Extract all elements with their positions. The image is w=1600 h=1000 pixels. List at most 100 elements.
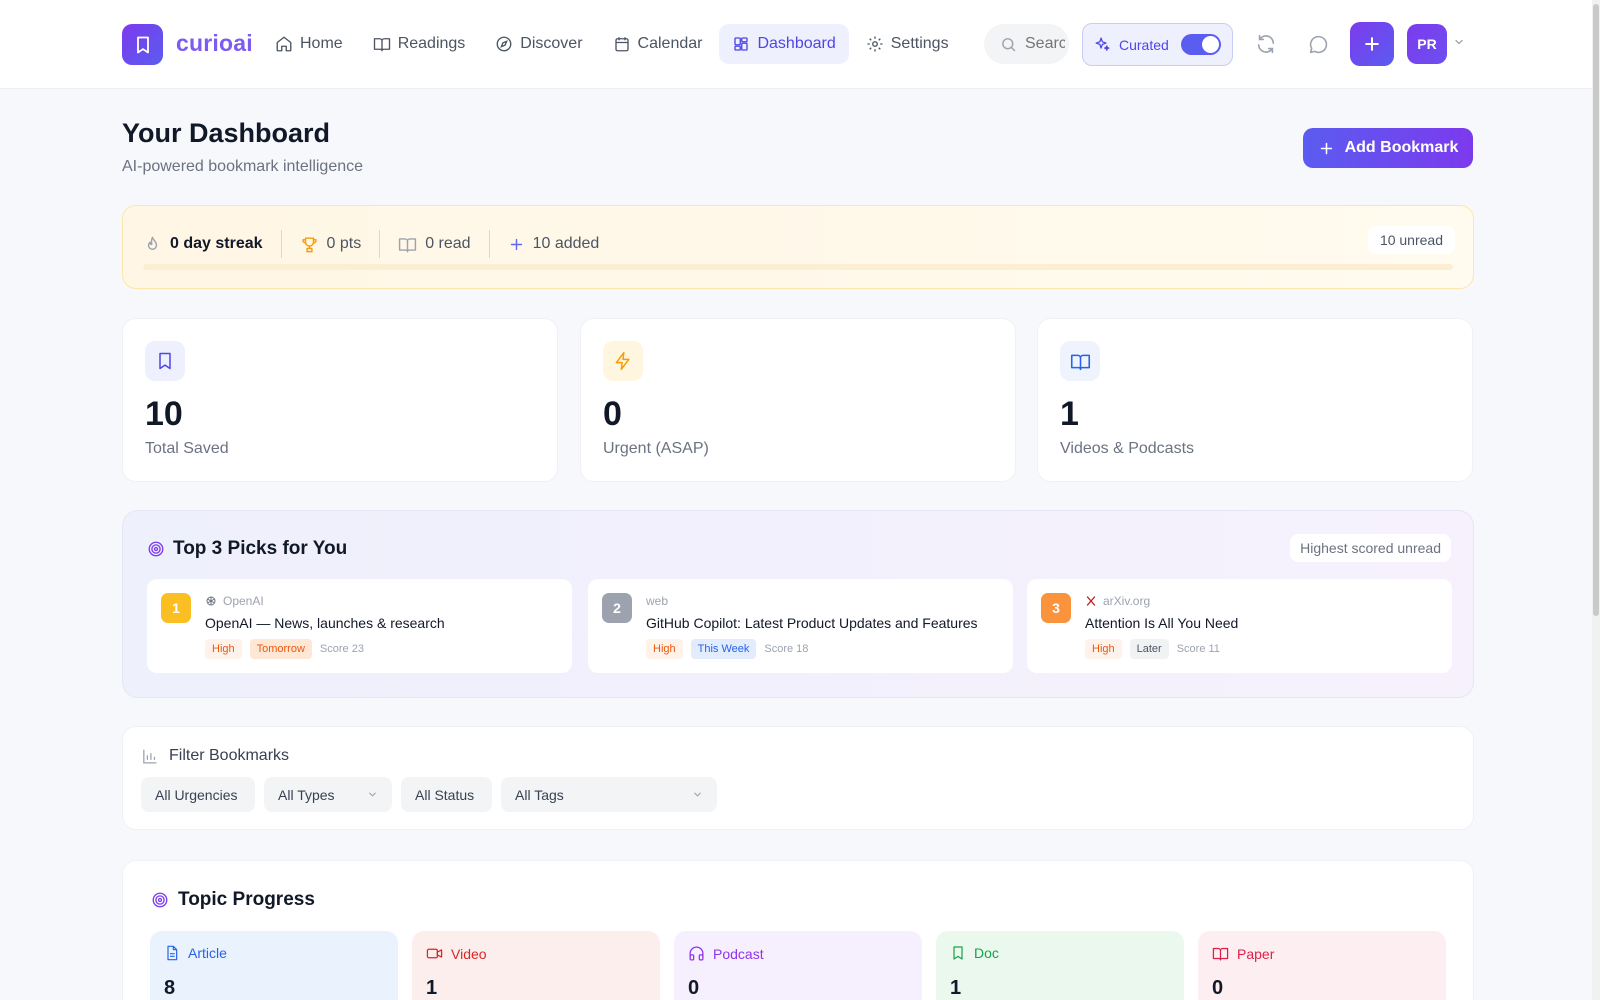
nav-calendar[interactable]: Calendar xyxy=(600,24,716,64)
nav-dashboard[interactable]: Dashboard xyxy=(719,24,849,64)
main-nav: Home Readings Discover Calendar Dashboar… xyxy=(262,24,962,64)
nav-settings[interactable]: Settings xyxy=(853,24,962,64)
target-icon xyxy=(147,540,165,558)
topic-count: 0 xyxy=(1212,977,1224,999)
bookmark-icon xyxy=(953,946,963,960)
nav-discover[interactable]: Discover xyxy=(482,24,595,64)
nav-home[interactable]: Home xyxy=(262,24,356,64)
due-badge: Later xyxy=(1129,639,1169,659)
picks-title: Top 3 Picks for You xyxy=(173,538,348,559)
search-input[interactable] xyxy=(1025,35,1065,53)
due-badge: This Week xyxy=(690,639,757,659)
stat-card-total-saved: 10 Total Saved xyxy=(122,318,558,482)
document-icon xyxy=(167,945,178,961)
page-scrollbar[interactable] xyxy=(1592,0,1600,1000)
search-box[interactable] xyxy=(984,24,1069,64)
added-text: 10 added xyxy=(532,235,600,252)
toggle-knob xyxy=(1202,36,1219,53)
arxiv-logo-icon xyxy=(1086,596,1096,606)
target-icon xyxy=(151,891,169,909)
pick-title[interactable]: Attention Is All You Need xyxy=(1085,615,1238,631)
select-value: All Types xyxy=(278,786,335,803)
plus-icon xyxy=(1320,142,1332,154)
priority-badge: High xyxy=(646,639,683,659)
score-label: Score 23 xyxy=(319,643,364,655)
pick-card[interactable]: 1 OpenAI OpenAI — News, launches & resea… xyxy=(147,579,572,673)
book-open-icon xyxy=(373,38,390,52)
topic-label: Video xyxy=(451,945,487,962)
stat-card-urgent: 0 Urgent (ASAP) xyxy=(580,318,1016,482)
topic-title: Topic Progress xyxy=(178,889,315,910)
pick-card[interactable]: 3 arXiv.org Attention Is All You Need Hi… xyxy=(1027,579,1452,673)
scrollbar-thumb[interactable] xyxy=(1593,4,1599,616)
brand-name[interactable]: curioai xyxy=(176,30,253,57)
quick-add-button[interactable] xyxy=(1350,22,1394,66)
logo-icon[interactable] xyxy=(122,24,163,65)
read-stat: 0 read xyxy=(380,230,490,258)
points-stat: 0 pts xyxy=(282,230,381,258)
topic-count: 1 xyxy=(426,977,438,999)
plus-icon xyxy=(1365,37,1379,51)
type-select[interactable]: All Types xyxy=(264,777,392,812)
select-value: All Tags xyxy=(515,786,564,803)
nav-label: Dashboard xyxy=(757,35,836,52)
book-open-icon xyxy=(399,237,417,252)
curated-toggle[interactable] xyxy=(1181,34,1221,55)
trophy-icon xyxy=(301,236,317,252)
score-label: Score 11 xyxy=(1176,643,1220,655)
chat-button[interactable] xyxy=(1298,24,1338,64)
calendar-icon xyxy=(614,37,629,52)
topic-label: Doc xyxy=(974,945,999,961)
stat-value: 1 xyxy=(1060,395,1079,433)
avatar[interactable]: PR xyxy=(1407,24,1447,64)
topic-count: 1 xyxy=(950,977,962,999)
stat-value: 10 xyxy=(145,395,183,433)
topic-card-doc[interactable]: Doc 1 xyxy=(936,931,1184,1000)
sparkle-icon xyxy=(1095,37,1110,51)
gear-icon xyxy=(867,36,883,52)
stat-value: 0 xyxy=(603,395,622,433)
topic-card-paper[interactable]: Paper 0 xyxy=(1198,931,1446,1000)
pick-rank: 3 xyxy=(1041,593,1071,623)
streak-banner: 0 day streak 0 pts 0 read 10 added 10 un… xyxy=(122,205,1474,289)
select-value: All Status xyxy=(415,786,475,803)
pick-title[interactable]: OpenAI — News, launches & research xyxy=(205,615,445,631)
filter-panel: Filter Bookmarks All Urgencies All Types… xyxy=(122,726,1474,830)
chat-bubble-icon xyxy=(1309,35,1327,53)
stat-label: Total Saved xyxy=(145,440,229,457)
page-subtitle: AI-powered bookmark intelligence xyxy=(122,158,364,175)
pick-source-label: OpenAI xyxy=(223,594,264,608)
chevron-down-icon[interactable] xyxy=(1453,36,1465,48)
topic-card-podcast[interactable]: Podcast 0 xyxy=(674,931,922,1000)
chevron-down-icon xyxy=(694,792,701,797)
add-bookmark-label: Add Bookmark xyxy=(1344,139,1459,156)
topic-label: Paper xyxy=(1237,945,1275,962)
refresh-button[interactable] xyxy=(1246,24,1286,64)
nav-label: Discover xyxy=(520,35,583,52)
streak-text: 0 day streak xyxy=(170,235,263,252)
pick-title[interactable]: GitHub Copilot: Latest Product Updates a… xyxy=(646,615,978,631)
top-picks-panel: Top 3 Picks for You Highest scored unrea… xyxy=(122,510,1474,698)
nav-readings[interactable]: Readings xyxy=(360,24,479,64)
add-bookmark-button[interactable]: Add Bookmark xyxy=(1303,128,1473,168)
topic-card-article[interactable]: Article 8 xyxy=(150,931,398,1000)
select-value: All Urgencies xyxy=(155,786,238,803)
topic-progress-panel: Topic Progress Article 8 Video 1 Podcast… xyxy=(122,860,1474,1000)
topic-card-video[interactable]: Video 1 xyxy=(412,931,660,1000)
dashboard-icon xyxy=(734,37,749,51)
bar-chart-icon xyxy=(141,748,158,765)
topic-count: 8 xyxy=(164,977,176,999)
urgency-select[interactable]: All Urgencies xyxy=(141,777,255,812)
tags-select[interactable]: All Tags xyxy=(501,777,717,812)
streak-stat: 0 day streak xyxy=(143,230,282,258)
pick-card[interactable]: 2 web GitHub Copilot: Latest Product Upd… xyxy=(588,579,1013,673)
openai-logo-icon xyxy=(206,596,216,606)
page-title: Your Dashboard xyxy=(122,118,331,148)
book-open-icon xyxy=(1060,341,1100,381)
pick-source: web xyxy=(646,594,668,608)
refresh-icon xyxy=(1257,34,1275,54)
status-select[interactable]: All Status xyxy=(401,777,492,812)
read-text: 0 read xyxy=(425,235,471,252)
curated-toggle-group[interactable]: Curated xyxy=(1082,23,1233,66)
topic-label: Podcast xyxy=(713,945,764,962)
